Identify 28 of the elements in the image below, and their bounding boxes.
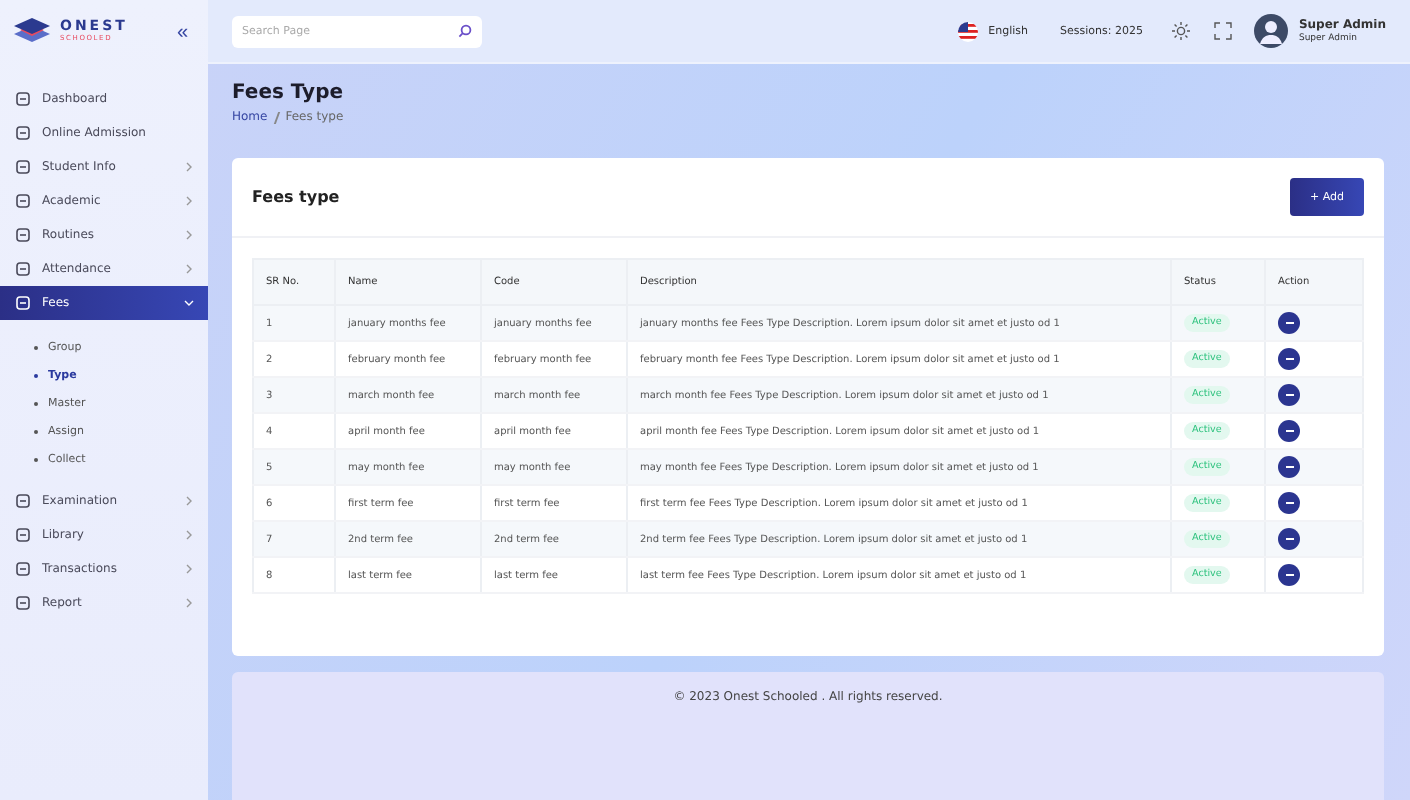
page-title: Fees Type (232, 82, 346, 104)
outline-icon (16, 194, 30, 208)
outline-icon (16, 262, 30, 276)
card-title: Fees type (252, 188, 340, 206)
sun-icon (1172, 22, 1191, 40)
collapse-button[interactable]: « (168, 21, 196, 43)
outline-icon (16, 160, 30, 174)
action-button[interactable] (1278, 564, 1300, 586)
search-icon (458, 24, 472, 38)
action-button[interactable] (1278, 384, 1300, 406)
outline-icon (16, 92, 30, 106)
breadcrumb-separator (273, 111, 280, 123)
outline-icon (16, 228, 30, 242)
outline-icon (16, 528, 30, 542)
action-button[interactable] (1278, 420, 1300, 442)
action-button[interactable] (1278, 528, 1300, 550)
action-button[interactable] (1278, 312, 1300, 334)
outline-icon (16, 296, 30, 310)
outline-icon (16, 494, 30, 508)
action-button[interactable] (1278, 348, 1300, 370)
outline-icon (16, 596, 30, 610)
action-button[interactable] (1278, 492, 1300, 514)
flag-icon (958, 21, 979, 41)
avatar-icon (1254, 14, 1289, 48)
action-button[interactable] (1278, 456, 1300, 478)
outline-icon (16, 126, 30, 140)
outline-icon (16, 562, 30, 576)
fullscreen-icon (1214, 22, 1233, 40)
